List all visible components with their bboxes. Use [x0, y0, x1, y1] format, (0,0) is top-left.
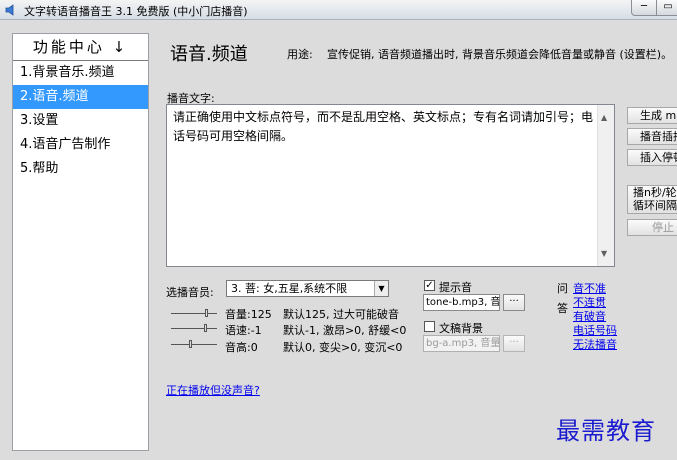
- volume-label: 音量:125: [225, 308, 272, 321]
- qa-link-cannot-play[interactable]: 无法播音: [573, 336, 617, 352]
- minimize-button[interactable]: ─: [631, 0, 657, 16]
- prompt-sound-label: 提示音: [439, 281, 472, 294]
- speaker-app-icon: [5, 4, 14, 16]
- loop-line-2: 循环间隔: [633, 199, 677, 212]
- doc-background-browse-button[interactable]: ···: [503, 335, 525, 352]
- no-sound-help-link[interactable]: 正在播放但没声音?: [166, 382, 260, 398]
- prompt-sound-browse-button[interactable]: ···: [503, 294, 525, 311]
- prompt-sound-checkbox[interactable]: ✓: [424, 280, 435, 291]
- volume-slider[interactable]: [171, 313, 217, 314]
- watermark-text: 最需教育: [556, 417, 656, 445]
- maximize-button[interactable]: ▭: [656, 0, 677, 16]
- speed-label: 语速:-1: [225, 324, 262, 337]
- sidebar-item-help[interactable]: 5.帮助: [13, 157, 148, 181]
- doc-background-file[interactable]: bg-a.mp3, 音量: [423, 335, 500, 352]
- sidebar-item-voice-channel[interactable]: 2.语音.频道: [13, 85, 148, 109]
- window-title: 文字转语音播音王 3.1 免费版 (中小门店播音): [24, 5, 248, 18]
- stop-button[interactable]: 停止: [627, 219, 677, 236]
- prompt-sound-file[interactable]: tone-b.mp3, 音: [423, 294, 500, 311]
- sidebar-item-voice-ad[interactable]: 4.语音广告制作: [13, 133, 148, 157]
- sidebar-item-settings[interactable]: 3.设置: [13, 109, 148, 133]
- scroll-up-icon[interactable]: ▲: [601, 108, 607, 127]
- volume-hint: 默认125, 过大可能破音: [283, 308, 399, 321]
- pitch-slider-thumb[interactable]: [189, 340, 192, 348]
- speed-slider[interactable]: [171, 328, 217, 329]
- doc-background-label: 文稿背景: [439, 322, 483, 335]
- dropdown-arrow-icon[interactable]: ▼: [374, 281, 388, 296]
- broadcast-text-value: 请正确使用中文标点符号，而不是乱用空格、英文标点；专有名词请加引号；电话号码可用…: [173, 110, 594, 143]
- voice-select[interactable]: 3. 菩: 女,五星,系统不限 ▼: [226, 280, 389, 297]
- title-bar: 文字转语音播音王 3.1 免费版 (中小门店播音) ─ ▭: [0, 0, 677, 20]
- generate-mp3-button[interactable]: 生成 mp3: [627, 107, 677, 124]
- insert-pause-button[interactable]: 插入停顿: [627, 149, 677, 166]
- insert-play-button[interactable]: 播音插播: [627, 128, 677, 145]
- volume-slider-thumb[interactable]: [205, 309, 208, 317]
- page-title: 语音.频道: [170, 44, 248, 65]
- textarea-scrollbar[interactable]: ▲ ▼: [597, 105, 614, 266]
- arrow-down-icon: ↓: [112, 38, 129, 56]
- pitch-hint: 默认0, 变尖>0, 变沉<0: [283, 341, 403, 354]
- voice-select-label: 选播音员:: [166, 286, 214, 299]
- speed-hint: 默认-1, 激昂>0, 舒缓<0: [283, 324, 407, 337]
- voice-select-value: 3. 菩: 女,五星,系统不限: [231, 282, 348, 295]
- pitch-slider[interactable]: [171, 344, 217, 345]
- loop-interval-button[interactable]: 播n秒/轮 循环间隔: [627, 185, 677, 214]
- pitch-label: 音高:0: [225, 341, 258, 354]
- usage-label: 用途:: [287, 48, 313, 61]
- broadcast-text-input[interactable]: 请正确使用中文标点符号，而不是乱用空格、英文标点；专有名词请加引号；电话号码可用…: [166, 104, 615, 267]
- function-sidebar: 功能中心 ↓ 1.背景音乐.频道 2.语音.频道 3.设置 4.语音广告制作 5…: [12, 33, 149, 451]
- sidebar-item-background-music[interactable]: 1.背景音乐.频道: [13, 61, 148, 85]
- sidebar-header: 功能中心 ↓: [13, 34, 148, 61]
- speed-slider-thumb[interactable]: [204, 324, 207, 332]
- qa-label-answer: 答: [557, 302, 568, 315]
- qa-label-question: 问: [557, 282, 568, 295]
- sidebar-header-label: 功能中心: [32, 38, 105, 56]
- doc-background-checkbox[interactable]: [424, 321, 435, 332]
- loop-line-1: 播n秒/轮: [633, 186, 677, 199]
- usage-text: 宣传促销, 语音频道播出时, 背景音乐频道会降低音量或静音 (设置栏)。: [327, 48, 673, 61]
- scroll-down-icon[interactable]: ▼: [601, 244, 607, 263]
